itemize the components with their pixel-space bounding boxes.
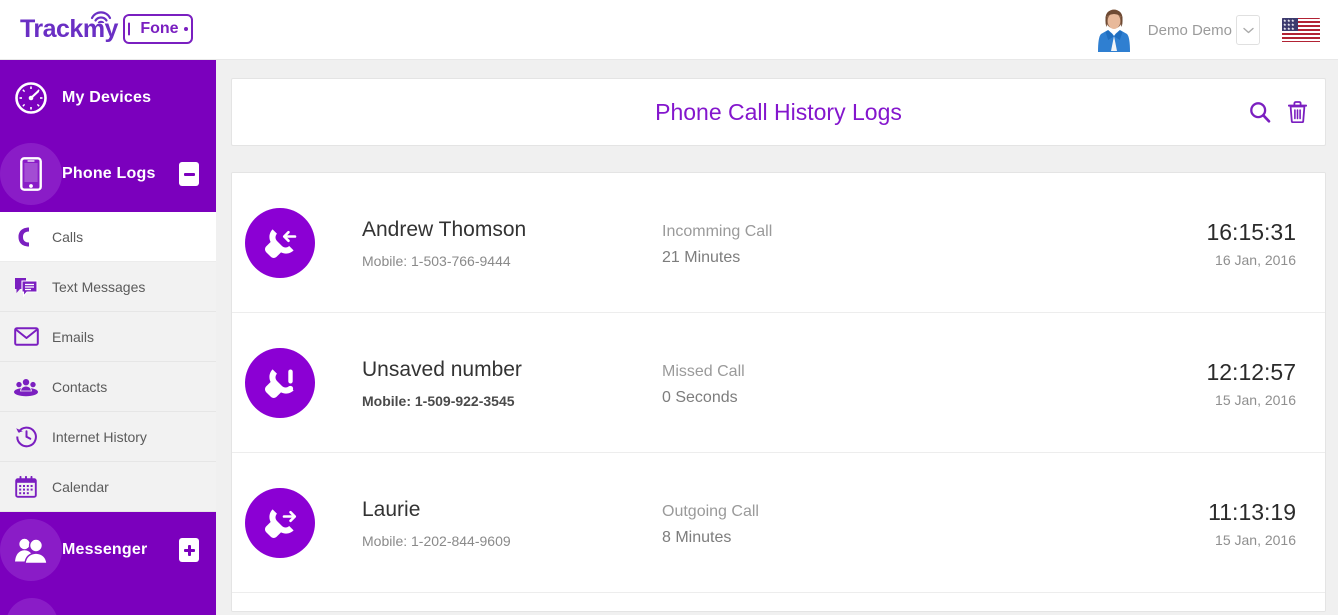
page-header-panel: Phone Call History Logs <box>231 78 1326 146</box>
contact-info: Andrew Thomson Mobile: 1-503-766-9444 <box>362 216 662 269</box>
speedometer-icon <box>0 67 62 129</box>
contacts-group-icon <box>0 377 52 397</box>
call-date: 15 Jan, 2016 <box>1215 392 1296 408</box>
logo-fone-text: Fone <box>140 20 179 37</box>
user-area: Demo Demo ★★★★★★★★★ <box>1094 0 1320 60</box>
user-name-label: Demo Demo <box>1147 21 1232 39</box>
contact-name: Andrew Thomson <box>362 218 527 241</box>
sidebar-item-label: My Devices <box>62 89 152 106</box>
app-logo[interactable]: Trackmy Fone <box>20 11 193 46</box>
sidebar-item-calendar[interactable]: Calendar <box>0 462 216 512</box>
sidebar-item-partial[interactable] <box>0 588 216 615</box>
call-date: 15 Jan, 2016 <box>1215 532 1296 548</box>
chat-bubbles-icon <box>0 276 52 298</box>
call-duration: 8 Minutes <box>662 528 732 546</box>
call-type-info: Incomming Call 21 Minutes <box>662 219 992 267</box>
sidebar-item-label: Calendar <box>52 478 109 495</box>
logo-phone-outline: Fone <box>122 14 193 44</box>
contact-name: Unsaved number <box>362 358 522 381</box>
header-actions <box>1249 101 1307 123</box>
call-time-info: 11:13:19 15 Jan, 2016 <box>992 497 1325 548</box>
chevron-down-icon <box>1242 27 1254 33</box>
trash-icon[interactable] <box>1288 101 1307 123</box>
calendar-icon <box>0 475 52 498</box>
contact-number: Mobile: 1-202-844-9609 <box>362 533 511 549</box>
call-time-info: 16:15:31 16 Jan, 2016 <box>992 217 1325 268</box>
partial-icon-circle <box>6 598 58 615</box>
history-clock-icon <box>0 425 52 448</box>
contact-number: Mobile: 1-509-922-3545 <box>362 393 515 409</box>
call-duration: 0 Seconds <box>662 388 738 406</box>
call-type-info: Outgoing Call 8 Minutes <box>662 499 992 547</box>
call-duration: 21 Minutes <box>662 248 741 266</box>
messenger-expand-button[interactable] <box>179 538 199 562</box>
page-title: Phone Call History Logs <box>655 98 902 125</box>
sidebar-item-phone-logs[interactable]: Phone Logs <box>0 136 216 212</box>
sidebar-item-label: Internet History <box>52 428 147 445</box>
sidebar-item-calls[interactable]: Calls <box>0 212 216 262</box>
sidebar-item-label: Messenger <box>62 541 148 558</box>
sidebar-item-text-messages[interactable]: Text Messages <box>0 262 216 312</box>
call-type: Missed Call <box>662 362 745 380</box>
people-icon <box>0 519 62 581</box>
user-menu-dropdown-button[interactable] <box>1236 15 1260 45</box>
avatar[interactable] <box>1094 8 1134 52</box>
contact-name: Laurie <box>362 498 421 521</box>
sidebar-item-messenger[interactable]: Messenger <box>0 512 216 588</box>
contact-info: Laurie Mobile: 1-202-844-9609 <box>362 496 662 549</box>
call-type: Outgoing Call <box>662 502 759 520</box>
sidebar-item-label: Emails <box>52 328 95 345</box>
sidebar-item-emails[interactable]: Emails <box>0 312 216 362</box>
call-log-list: Andrew Thomson Mobile: 1-503-766-9444 In… <box>231 172 1326 612</box>
sidebar-item-label: Phone Logs <box>62 165 156 182</box>
call-incoming-icon <box>245 207 315 278</box>
call-time-info: 12:12:57 15 Jan, 2016 <box>992 357 1325 408</box>
contact-info: Unsaved number Mobile: 1-509-922-3545 <box>362 356 662 409</box>
mobile-phone-icon <box>0 143 62 205</box>
call-type-info: Missed Call 0 Seconds <box>662 359 992 407</box>
table-row[interactable]: Unsaved number Mobile: 1-509-922-3545 Mi… <box>232 313 1325 453</box>
call-time: 11:13:19 <box>1208 499 1296 525</box>
us-flag-icon[interactable]: ★★★★★★★★★★★★★★★★★★★★★★★★★★★★★★ <box>1282 17 1320 43</box>
main-content-area: Phone Call History Logs Andrew Thomson M… <box>216 60 1338 615</box>
call-time: 16:15:31 <box>1206 219 1296 245</box>
call-outgoing-icon <box>245 487 315 558</box>
phone-handset-icon <box>0 226 52 248</box>
minus-icon <box>183 172 195 176</box>
logo-wordmark: Trackmy <box>20 11 118 44</box>
call-time: 12:12:57 <box>1206 359 1296 385</box>
sidebar-item-my-devices[interactable]: My Devices <box>0 60 216 136</box>
wifi-signal-icon <box>90 11 112 23</box>
table-row[interactable]: Laurie Mobile: 1-202-844-9609 Outgoing C… <box>232 453 1325 593</box>
phone-logs-collapse-button[interactable] <box>179 162 199 186</box>
call-date: 16 Jan, 2016 <box>1215 252 1296 268</box>
contact-number: Mobile: 1-503-766-9444 <box>362 253 511 269</box>
call-type: Incomming Call <box>662 222 773 240</box>
sidebar-item-label: Text Messages <box>52 278 146 295</box>
sidebar-navigation: My Devices Phone Logs Calls Text Message… <box>0 60 216 615</box>
sidebar-item-label: Calls <box>52 228 84 245</box>
top-header-bar: Trackmy Fone Demo Demo ★★★★★★★★★ <box>0 0 1338 60</box>
search-icon[interactable] <box>1249 101 1271 123</box>
sidebar-item-contacts[interactable]: Contacts <box>0 362 216 412</box>
sidebar-item-internet-history[interactable]: Internet History <box>0 412 216 462</box>
table-row[interactable]: Andrew Thomson Mobile: 1-503-766-9444 In… <box>232 173 1325 313</box>
sidebar-item-label: Contacts <box>52 378 108 395</box>
envelope-icon <box>0 327 52 346</box>
call-missed-icon <box>245 347 315 418</box>
table-row[interactable] <box>232 593 1325 611</box>
